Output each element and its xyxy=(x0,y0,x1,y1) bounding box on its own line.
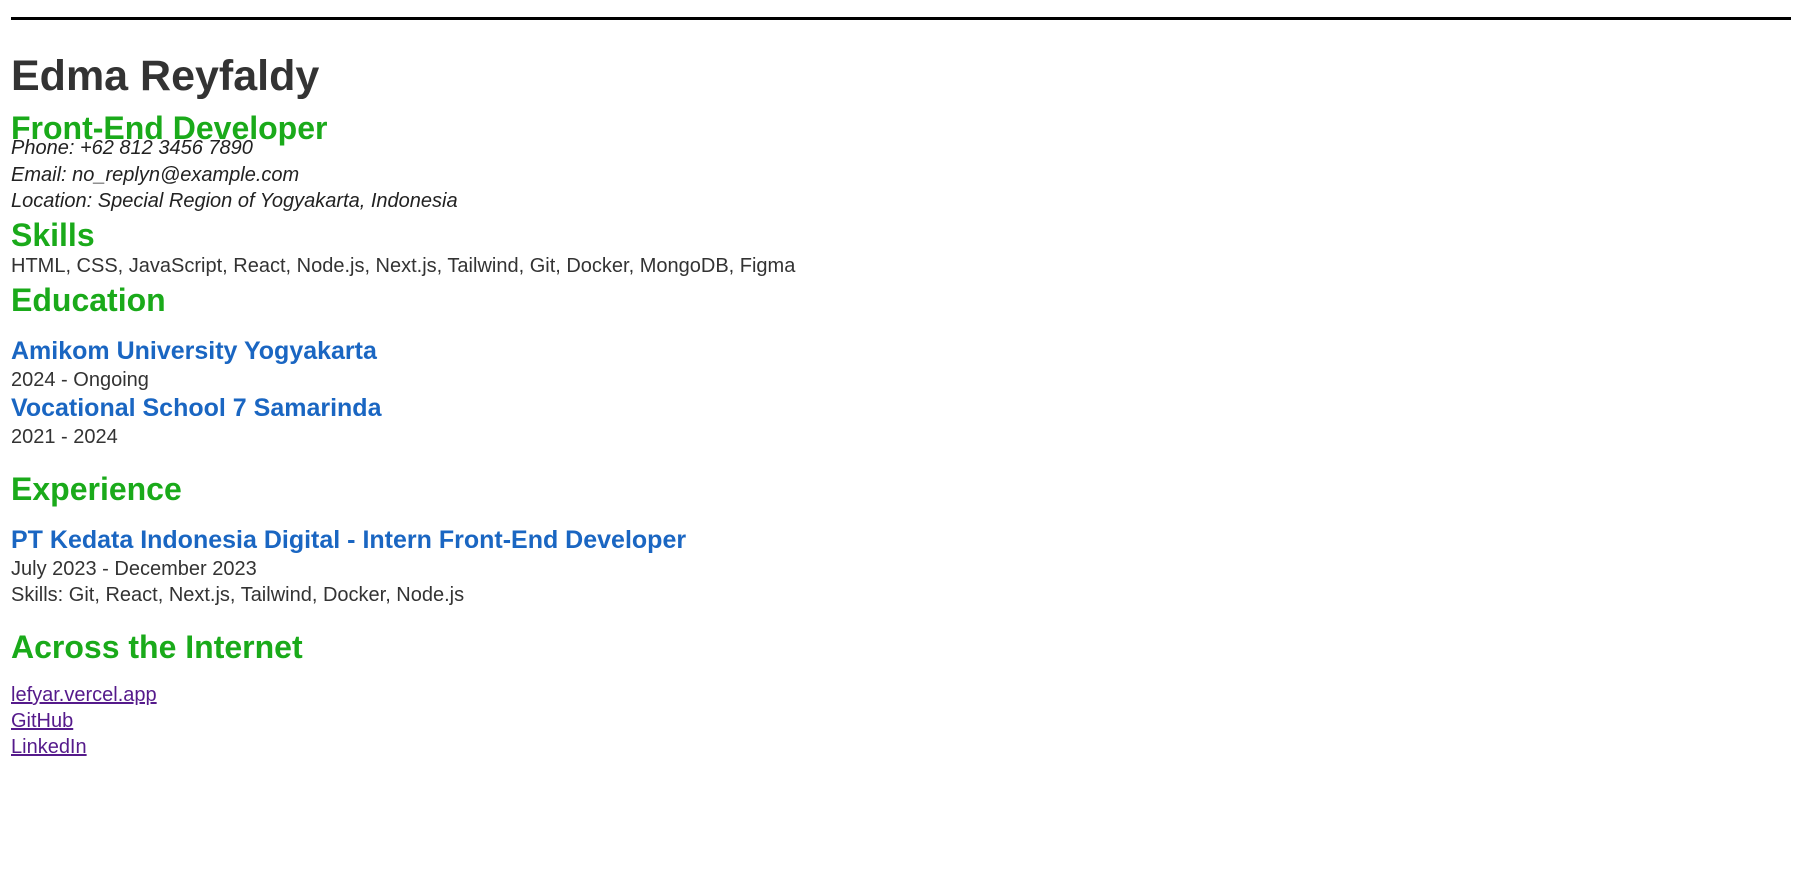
link-portfolio[interactable]: lefyar.vercel.app xyxy=(11,684,157,706)
contact-phone: Phone: +62 812 3456 7890 xyxy=(11,137,253,159)
education-school: Amikom University Yogyakarta xyxy=(11,337,377,365)
contact-email: Email: no_replyn@example.com xyxy=(11,164,300,186)
education-period: 2021 - 2024 xyxy=(11,426,118,448)
experience-skills: Skills: Git, React, Next.js, Tailwind, D… xyxy=(11,584,465,606)
skills-list: HTML, CSS, JavaScript, React, Node.js, N… xyxy=(11,255,796,277)
contact-location: Location: Special Region of Yogyakarta, … xyxy=(11,190,458,212)
person-name: Edma Reyfaldy xyxy=(11,52,320,100)
section-title-education: Education xyxy=(11,282,166,318)
education-period: 2024 - Ongoing xyxy=(11,369,149,391)
link-github[interactable]: GitHub xyxy=(11,710,73,732)
section-title-experience: Experience xyxy=(11,471,182,507)
section-title-internet: Across the Internet xyxy=(11,629,303,665)
education-school: Vocational School 7 Samarinda xyxy=(11,394,382,422)
top-divider xyxy=(11,17,1791,20)
experience-period: July 2023 - December 2023 xyxy=(11,558,257,580)
experience-position: PT Kedata Indonesia Digital - Intern Fro… xyxy=(11,526,687,554)
link-linkedin[interactable]: LinkedIn xyxy=(11,736,87,758)
section-title-skills: Skills xyxy=(11,217,95,253)
